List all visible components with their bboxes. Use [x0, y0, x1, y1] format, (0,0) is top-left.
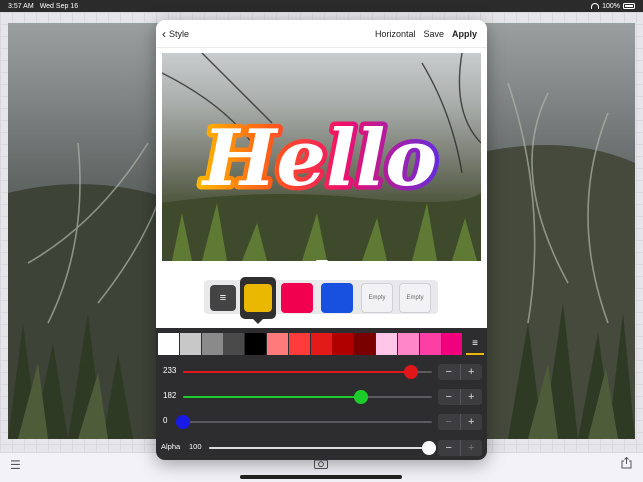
color-slot-empty-2[interactable]: Empty — [399, 283, 431, 313]
status-date: Wed Sep 16 — [39, 2, 79, 10]
apply-button[interactable]: Apply — [452, 29, 477, 39]
palette-swatch[interactable] — [288, 333, 310, 355]
green-slider-track[interactable] — [183, 390, 432, 404]
red-value: 233 — [163, 366, 177, 375]
palette-swatch[interactable] — [310, 333, 332, 355]
color-slot-empty-1[interactable]: Empty — [361, 283, 393, 313]
selected-slot-pointer — [253, 319, 263, 324]
horizontal-button[interactable]: Horizontal — [375, 29, 416, 39]
red-stepper: − + — [438, 364, 482, 380]
status-right: 100% — [591, 3, 635, 10]
red-slider-row: 233 − + — [156, 363, 487, 381]
red-increment-button[interactable]: + — [461, 364, 483, 380]
green-slider-row: 182 − + — [156, 388, 487, 406]
text-preview[interactable]: Hello — [162, 53, 481, 261]
alpha-slider-knob[interactable] — [422, 441, 436, 455]
wifi-icon — [591, 3, 600, 9]
blue-slider-knob[interactable] — [176, 415, 190, 429]
red-decrement-button[interactable]: − — [438, 364, 461, 380]
status-bar: 3:57 AM Wed Sep 16 100% — [0, 0, 643, 12]
color-palette — [158, 333, 463, 355]
preview-illustration: Hello — [162, 53, 481, 261]
palette-swatch[interactable] — [375, 333, 397, 355]
palette-swatch[interactable] — [441, 333, 463, 355]
strip-pointer — [316, 260, 328, 268]
selected-swatch — [244, 284, 272, 312]
color-slot-selected[interactable] — [240, 277, 276, 319]
alpha-stepper: − + — [438, 440, 482, 456]
nav-actions: Horizontal Save Apply — [375, 29, 487, 39]
alpha-slider-row: Alpha 100 − + — [156, 439, 487, 457]
green-stepper: − + — [438, 389, 482, 405]
alpha-slider-track[interactable] — [209, 441, 436, 455]
chevron-left-icon: ‹ — [162, 26, 166, 41]
alpha-slider-fill — [209, 447, 429, 449]
blue-increment-button[interactable]: + — [461, 414, 483, 430]
hello-text: Hello — [201, 113, 438, 204]
slot-menu-button[interactable]: ≡ — [210, 285, 236, 311]
palette-swatch[interactable] — [179, 333, 201, 355]
blue-slider-track[interactable] — [176, 415, 432, 429]
green-increment-button[interactable]: + — [461, 389, 483, 405]
blue-value: 0 — [163, 416, 168, 425]
color-slot-2[interactable] — [281, 283, 313, 313]
style-popover: ‹ Style Horizontal Save Apply Hello ≡ Em… — [156, 20, 487, 460]
home-indicator — [240, 475, 402, 479]
palette-swatch[interactable] — [158, 333, 179, 355]
back-button[interactable]: ‹ Style — [156, 28, 189, 40]
palette-swatch[interactable] — [332, 333, 354, 355]
green-slider-knob[interactable] — [353, 390, 368, 404]
battery-icon — [623, 3, 635, 9]
green-value: 182 — [163, 391, 177, 400]
menu-icon[interactable]: ☰ — [10, 458, 21, 472]
green-decrement-button[interactable]: − — [438, 389, 461, 405]
status-time: 3:57 AM — [8, 2, 34, 10]
blue-slider-row: 0 − + — [156, 413, 487, 431]
app-root: 3:57 AM Wed Sep 16 100% ☰ ‹ Style Horizo… — [0, 0, 643, 482]
list-icon: ≡ — [219, 292, 227, 304]
palette-swatch[interactable] — [397, 333, 419, 355]
battery-percent: 100% — [602, 2, 620, 10]
green-slider-fill — [183, 396, 361, 398]
blue-stepper: − + — [438, 414, 482, 430]
palette-swatch[interactable] — [201, 333, 223, 355]
palette-swatch[interactable] — [419, 333, 441, 355]
red-slider-knob[interactable] — [403, 365, 418, 379]
list-icon: ≡ — [472, 337, 478, 349]
share-icon[interactable] — [621, 457, 632, 469]
palette-swatch[interactable] — [245, 333, 267, 355]
palette-swatch[interactable] — [354, 333, 376, 355]
palette-swatch[interactable] — [266, 333, 288, 355]
alpha-value: 100 — [189, 442, 202, 451]
blue-decrement-button[interactable]: − — [438, 414, 461, 430]
red-slider-track[interactable] — [183, 365, 432, 379]
popover-nav-bar: ‹ Style Horizontal Save Apply — [156, 20, 487, 48]
alpha-label: Alpha — [161, 442, 181, 451]
color-slot-3[interactable] — [321, 283, 353, 313]
palette-menu-button[interactable]: ≡ — [466, 333, 484, 355]
back-label: Style — [169, 28, 190, 39]
alpha-increment-button[interactable]: + — [461, 440, 483, 456]
alpha-decrement-button[interactable]: − — [438, 440, 461, 456]
red-slider-fill — [183, 371, 411, 373]
save-button[interactable]: Save — [423, 29, 444, 39]
palette-swatch[interactable] — [223, 333, 245, 355]
